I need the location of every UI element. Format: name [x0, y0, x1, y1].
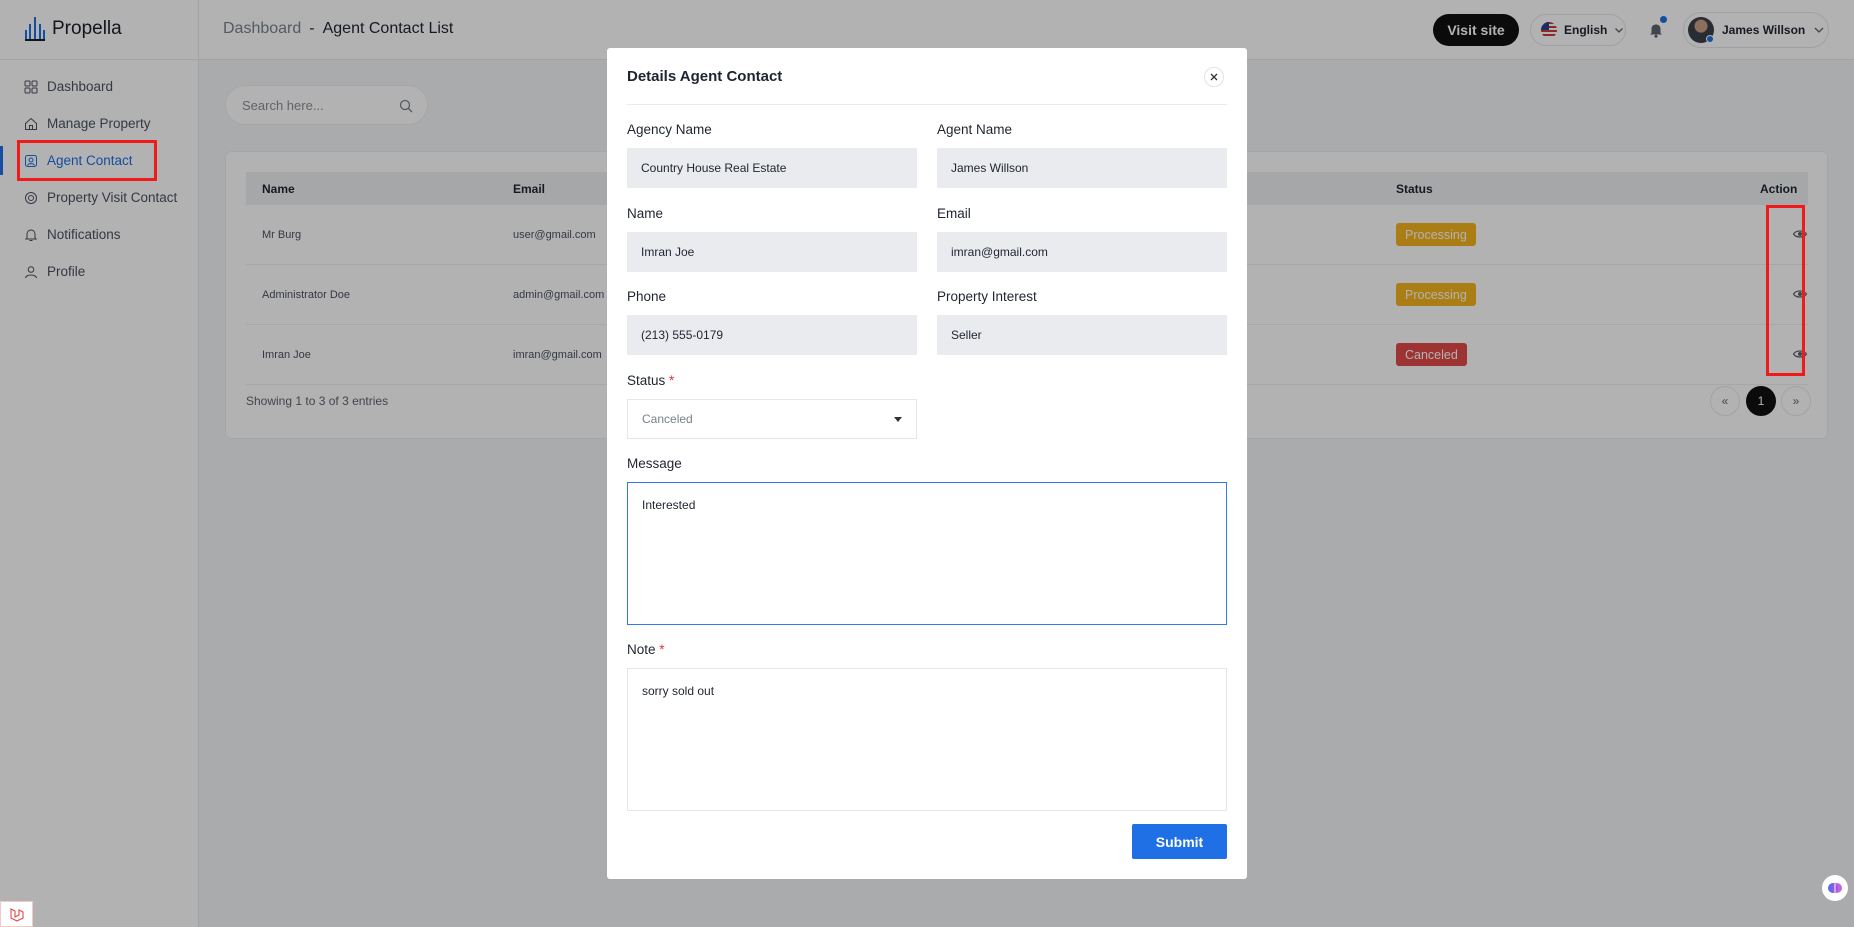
message-label: Message — [627, 456, 682, 471]
status-select-value: Canceled — [642, 412, 693, 426]
highlight-box-action-column — [1766, 205, 1805, 376]
agency-name-label: Agency Name — [627, 122, 712, 137]
close-icon — [1210, 73, 1218, 81]
agent-name-field[interactable]: James Willson — [937, 148, 1227, 188]
highlight-box-agent-contact — [17, 140, 157, 181]
caret-down-icon — [894, 417, 902, 422]
agent-name-label: Agent Name — [937, 122, 1013, 137]
laravel-debug-icon[interactable] — [0, 901, 33, 927]
note-textarea[interactable]: sorry sold out — [627, 668, 1227, 811]
phone-field[interactable]: (213) 555-0179 — [627, 315, 917, 355]
required-mark: * — [659, 642, 665, 657]
email-label: Email — [937, 206, 971, 221]
phone-label: Phone — [627, 289, 667, 304]
assistant-widget-button[interactable] — [1822, 875, 1848, 901]
modal-title: Details Agent Contact — [627, 68, 783, 85]
submit-button[interactable]: Submit — [1132, 824, 1227, 859]
property-interest-field[interactable]: Seller — [937, 315, 1227, 355]
property-interest-label: Property Interest — [937, 289, 1037, 304]
required-mark: * — [669, 373, 675, 388]
status-select[interactable]: Canceled — [627, 399, 917, 439]
details-agent-contact-modal: Details Agent Contact Agency Name Countr… — [607, 48, 1247, 879]
status-label: Status * — [627, 373, 675, 388]
agency-name-field[interactable]: Country House Real Estate — [627, 148, 917, 188]
modal-divider — [627, 104, 1227, 105]
close-button[interactable] — [1204, 67, 1224, 87]
laravel-icon — [9, 908, 24, 922]
name-label: Name — [627, 206, 664, 221]
brain-icon — [1828, 883, 1842, 893]
note-label: Note * — [627, 642, 665, 657]
message-textarea[interactable]: Interested — [627, 482, 1227, 625]
email-field[interactable]: imran@gmail.com — [937, 232, 1227, 272]
name-field[interactable]: Imran Joe — [627, 232, 917, 272]
